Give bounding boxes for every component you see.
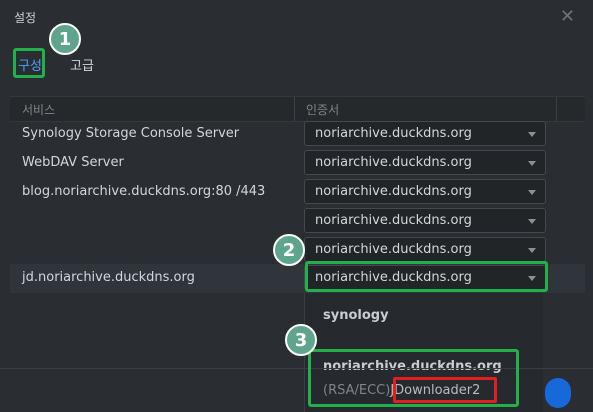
service-name: Synology Storage Console Server [22, 126, 240, 141]
certificate-value: noriarchive.duckdns.org [315, 213, 472, 228]
service-name: WebDAV Server [22, 155, 124, 170]
dialog-title: 설정 [14, 11, 37, 25]
certificate-value: noriarchive.duckdns.org [315, 242, 472, 257]
certificate-select[interactable]: noriarchive.duckdns.org [304, 150, 546, 175]
service-name: blog.noriarchive.duckdns.org:80 /443 [22, 184, 266, 199]
table-header: 서비스 인증서 [10, 96, 585, 122]
chevron-down-icon [528, 248, 536, 253]
chevron-down-icon [528, 161, 536, 166]
header-service: 서비스 [22, 103, 56, 117]
chevron-down-icon [528, 132, 536, 137]
chevron-down-icon [528, 219, 536, 224]
chevron-down-icon [528, 190, 536, 195]
dialog-titlebar: 설정 ✕ [0, 0, 593, 36]
annotation-highlight-description [393, 377, 497, 403]
step-badge-2: 2 [273, 234, 305, 266]
table-row[interactable]: noriarchive.duckdns.org [10, 207, 585, 236]
certificate-select[interactable]: noriarchive.duckdns.org [304, 237, 546, 262]
column-divider[interactable] [294, 97, 295, 121]
step-badge-1: 1 [49, 23, 81, 55]
table-row[interactable]: Synology Storage Console Server noriarch… [10, 120, 585, 149]
close-icon[interactable]: ✕ [560, 6, 575, 27]
service-name: jd.noriarchive.duckdns.org [22, 270, 195, 285]
confirm-button[interactable] [545, 378, 571, 408]
certificate-select[interactable]: noriarchive.duckdns.org [304, 179, 546, 204]
step-badge-3: 3 [285, 324, 317, 356]
column-divider[interactable] [556, 97, 557, 121]
certificate-value: noriarchive.duckdns.org [315, 155, 472, 170]
header-certificate: 인증서 [306, 103, 340, 117]
certificate-select[interactable]: noriarchive.duckdns.org [304, 208, 546, 233]
dropdown-option-synology[interactable]: synology [323, 308, 389, 323]
annotation-highlight-tab [13, 48, 45, 78]
table-row[interactable]: WebDAV Server noriarchive.duckdns.org [10, 149, 585, 178]
table-row[interactable]: blog.noriarchive.duckdns.org:80 /443 nor… [10, 178, 585, 207]
certificate-value: noriarchive.duckdns.org [315, 126, 472, 141]
certificate-select[interactable]: noriarchive.duckdns.org [304, 121, 546, 146]
annotation-highlight-select [305, 261, 548, 292]
tab-advanced[interactable]: 고급 [70, 55, 94, 74]
certificate-value: noriarchive.duckdns.org [315, 184, 472, 199]
